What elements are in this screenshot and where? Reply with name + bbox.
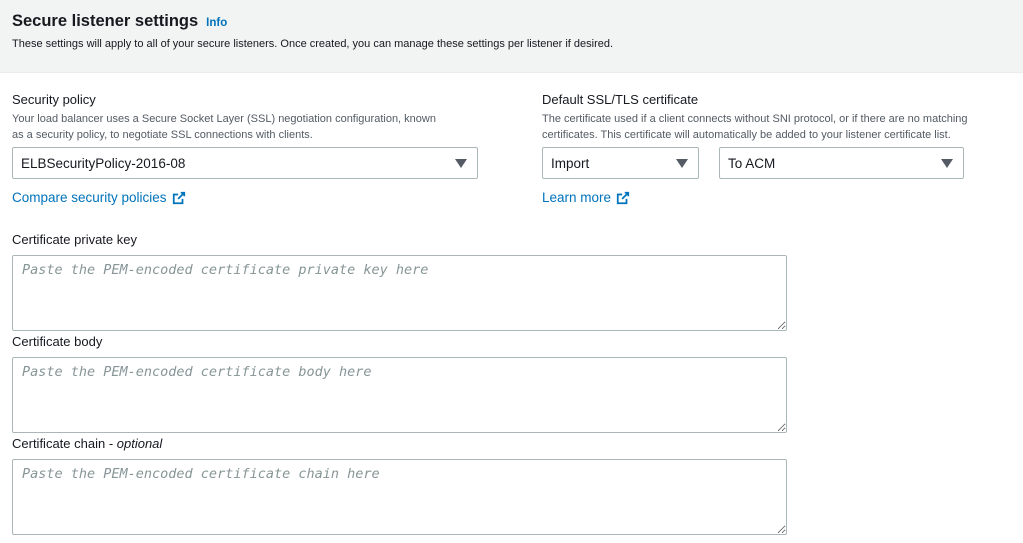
compare-security-policies-link[interactable]: Compare security policies [12,190,186,205]
caret-down-icon [941,159,953,168]
certificate-source-select[interactable]: Import [542,147,699,179]
certificate-source-value: Import [551,155,590,171]
learn-more-label: Learn more [542,190,612,205]
certificate-chain-field-wrap [12,459,787,535]
default-certificate-description-2: certificates. This certificate will auto… [542,129,951,141]
external-link-icon [172,191,185,204]
certificate-body-field-wrap [12,357,787,433]
learn-more-link[interactable]: Learn more [542,190,630,205]
certificate-chain-label: Certificate chain - optional [12,436,162,451]
info-link[interactable]: Info [206,17,227,29]
certificate-chain-label-text: Certificate chain - [12,436,117,451]
caret-down-icon [676,159,688,168]
page-title: Secure listener settings [12,12,199,30]
security-policy-select[interactable]: ELBSecurityPolicy-2016-08 [12,147,478,179]
caret-down-icon [455,159,467,168]
default-certificate-description-1: The certificate used if a client connect… [542,113,968,125]
certificate-body-label: Certificate body [12,334,103,349]
certificate-destination-value: To ACM [728,155,776,171]
security-policy-description-2: as a security policy, to negotiate SSL c… [12,129,313,141]
certificate-chain-input[interactable] [12,459,787,535]
header-description: These settings will apply to all of your… [12,38,614,50]
certificate-private-key-label: Certificate private key [12,232,137,247]
security-policy-value: ELBSecurityPolicy-2016-08 [21,155,186,171]
optional-tag: optional [116,436,163,451]
security-policy-label: Security policy [12,92,96,107]
certificate-body-input[interactable] [12,357,787,433]
security-policy-description-1: Your load balancer uses a Secure Socket … [12,113,436,125]
compare-security-policies-label: Compare security policies [12,190,167,205]
default-certificate-label: Default SSL/TLS certificate [542,92,699,107]
certificate-private-key-field-wrap [12,255,787,331]
external-link-icon [616,191,630,204]
certificate-private-key-input[interactable] [12,255,787,331]
title-row: Secure listener settings Info [12,12,227,31]
section-header: Secure listener settings Info These sett… [0,0,1023,73]
certificate-destination-select[interactable]: To ACM [719,147,964,179]
